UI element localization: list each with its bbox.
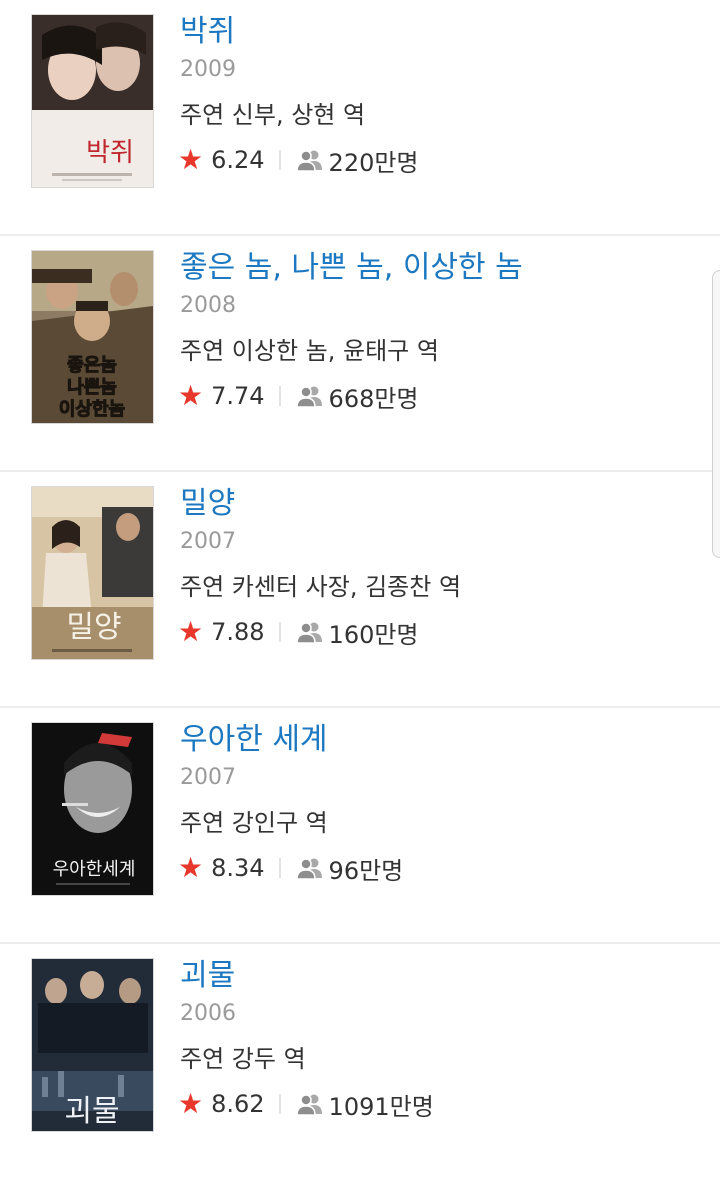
people-icon xyxy=(296,858,322,879)
meta-divider xyxy=(278,150,281,170)
movie-meta: ★ 8.34 96만명 xyxy=(178,850,700,886)
movie-info: 우아한 세계 2007 주연 강인구 역 ★ 8.34 96만명 xyxy=(178,718,700,886)
movie-info: 좋은 놈, 나쁜 놈, 이상한 놈 2008 주연 이상한 놈, 윤태구 역 ★… xyxy=(178,246,700,414)
people-icon xyxy=(296,150,322,171)
movie-role: 주연 강인구 역 xyxy=(180,809,328,837)
movie-audience: 96만명 xyxy=(328,856,404,885)
list-item[interactable]: 좋은놈 나쁜놈 이상한놈 좋은 놈, 나쁜 놈, 이상한 놈 2008 주연 이… xyxy=(0,236,720,472)
list-item[interactable]: 우아한세계 우아한 세계 2007 주연 강인구 역 ★ 8.34 96만명 xyxy=(0,708,720,944)
movie-rating: 7.74 xyxy=(211,382,265,410)
people-icon xyxy=(296,1094,322,1115)
scrollbar-thumb[interactable] xyxy=(712,270,720,558)
poster-title-text: 괴물 xyxy=(64,1094,119,1129)
poster-title-text: 우아한세계 xyxy=(53,859,136,880)
star-icon: ★ xyxy=(178,851,204,884)
movie-audience: 220만명 xyxy=(328,148,419,177)
movie-rating: 8.62 xyxy=(211,1090,265,1118)
movie-year: 2009 xyxy=(180,57,236,82)
list-item[interactable]: 밀양 밀양 2007 주연 카센터 사장, 김종찬 역 ★ 7.88 160만명 xyxy=(0,472,720,708)
meta-divider xyxy=(278,622,281,642)
list-item[interactable]: 괴물 괴물 2006 주연 강두 역 ★ 8.62 1091만명 xyxy=(0,944,720,1180)
movie-audience: 668만명 xyxy=(328,384,419,413)
meta-divider xyxy=(278,858,281,878)
movie-role: 주연 이상한 놈, 윤태구 역 xyxy=(180,337,439,365)
movie-role: 주연 카센터 사장, 김종찬 역 xyxy=(180,573,462,601)
poster-title-line: 이상한놈 xyxy=(59,399,125,420)
meta-divider xyxy=(278,386,281,406)
movie-meta: ★ 7.74 668만명 xyxy=(178,378,700,414)
movie-year: 2008 xyxy=(180,293,236,318)
movie-rating: 8.34 xyxy=(211,854,265,882)
poster-title-text: 밀양 xyxy=(66,610,121,645)
filmography-list: 박쥐 박쥐 2009 주연 신부, 상현 역 ★ 6.24 220만명 좋은놈 … xyxy=(0,0,720,1180)
movie-info: 밀양 2007 주연 카센터 사장, 김종찬 역 ★ 7.88 160만명 xyxy=(178,482,700,650)
movie-title-link[interactable]: 괴물 xyxy=(180,954,700,998)
movie-year: 2007 xyxy=(180,765,236,790)
movie-year: 2007 xyxy=(180,529,236,554)
poster-title-line: 좋은놈 xyxy=(67,355,117,376)
movie-meta: ★ 8.62 1091만명 xyxy=(178,1086,700,1122)
poster-image-the-show-must-go-on: 우아한세계 xyxy=(32,723,153,895)
star-icon: ★ xyxy=(178,615,204,648)
movie-title-link[interactable]: 좋은 놈, 나쁜 놈, 이상한 놈 xyxy=(180,246,700,290)
movie-role: 주연 강두 역 xyxy=(180,1045,306,1073)
movie-year: 2006 xyxy=(180,1001,236,1026)
movie-title-link[interactable]: 우아한 세계 xyxy=(180,718,700,762)
poster-image-bat: 박쥐 xyxy=(32,15,153,187)
movie-info: 박쥐 2009 주연 신부, 상현 역 ★ 6.24 220만명 xyxy=(178,10,700,178)
movie-poster[interactable]: 박쥐 xyxy=(32,15,153,187)
star-icon: ★ xyxy=(178,1087,204,1120)
people-icon xyxy=(296,622,322,643)
movie-info: 괴물 2006 주연 강두 역 ★ 8.62 1091만명 xyxy=(178,954,700,1122)
movie-title-link[interactable]: 밀양 xyxy=(180,482,700,526)
meta-divider xyxy=(278,1094,281,1114)
poster-image-secret-sunshine: 밀양 xyxy=(32,487,153,659)
poster-title-line: 나쁜놈 xyxy=(67,377,117,398)
movie-rating: 6.24 xyxy=(211,146,265,174)
list-item[interactable]: 박쥐 박쥐 2009 주연 신부, 상현 역 ★ 6.24 220만명 xyxy=(0,0,720,236)
movie-rating: 7.88 xyxy=(211,618,265,646)
people-icon xyxy=(296,386,322,407)
movie-title-link[interactable]: 박쥐 xyxy=(180,10,700,54)
movie-role: 주연 신부, 상현 역 xyxy=(180,101,366,129)
poster-image-good-bad-weird: 좋은놈 나쁜놈 이상한놈 xyxy=(32,251,153,423)
poster-image-the-host: 괴물 xyxy=(32,959,153,1131)
movie-audience: 1091만명 xyxy=(328,1092,434,1121)
star-icon: ★ xyxy=(178,379,204,412)
movie-poster[interactable]: 우아한세계 xyxy=(32,723,153,895)
poster-title-text: 박쥐 xyxy=(86,138,134,168)
movie-poster[interactable]: 밀양 xyxy=(32,487,153,659)
movie-poster[interactable]: 좋은놈 나쁜놈 이상한놈 xyxy=(32,251,153,423)
movie-poster[interactable]: 괴물 xyxy=(32,959,153,1131)
movie-meta: ★ 7.88 160만명 xyxy=(178,614,700,650)
movie-audience: 160만명 xyxy=(328,620,419,649)
movie-meta: ★ 6.24 220만명 xyxy=(178,142,700,178)
star-icon: ★ xyxy=(178,143,204,176)
